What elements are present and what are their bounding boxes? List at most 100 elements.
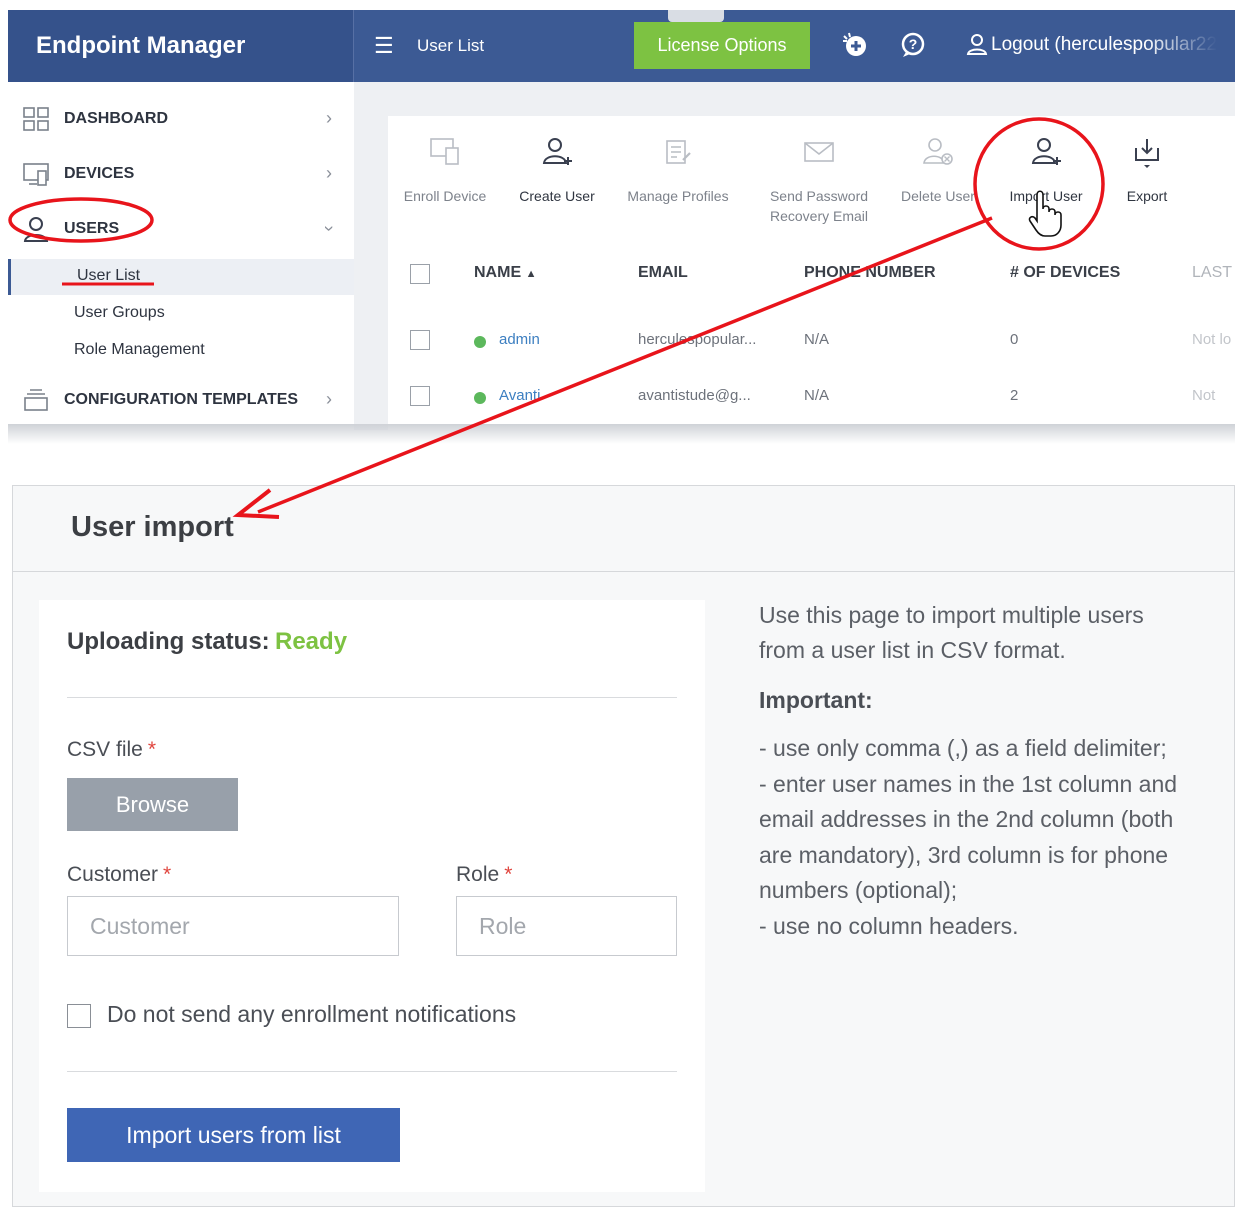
help-icon[interactable]: ? [898,30,928,60]
templates-icon [24,389,48,411]
dashboard-icon [23,107,49,131]
customer-input[interactable] [67,896,399,956]
screenshot-shadow [8,424,1235,444]
user-devices: 2 [1010,387,1019,404]
column-header-last[interactable]: LAST [1192,264,1232,282]
send-password-recovery-button[interactable]: Send Password Recovery Email [754,136,884,226]
sidebar-subitem-label: Role Management [74,341,205,358]
import-users-button[interactable]: Import users from list [67,1108,400,1162]
page-title: User import [71,511,234,543]
user-phone: N/A [804,331,830,348]
license-options-button[interactable]: License Options [634,22,810,69]
select-all-checkbox[interactable] [410,264,430,284]
sidebar-subitem-label: User List [77,267,141,284]
help-line: numbers (optional); [759,877,958,903]
fade-overlay [1145,10,1235,82]
role-label: Role * [456,863,512,887]
svg-text:?: ? [909,36,918,52]
user-name-link[interactable]: Avanti [499,387,540,404]
required-mark: * [163,863,172,886]
status-dot [474,336,486,348]
no-notifications-checkbox[interactable] [67,1004,91,1028]
chevron-down-icon: › [319,225,340,232]
add-device-icon[interactable] [840,30,870,60]
send-password-label-2: Recovery Email [769,208,869,224]
manage-profiles-icon [666,140,691,164]
help-line: - use only comma (,) as a field delimite… [759,735,1167,761]
help-intro-1: Use this page to import multiple users [759,602,1144,628]
role-label-text: Role [456,863,500,886]
page-title: User List [417,36,485,55]
column-header-phone[interactable]: PHONE NUMBER [804,264,936,282]
row-checkbox[interactable] [410,330,430,350]
status-badge: Ready [275,628,348,655]
create-user-button[interactable]: Create User [510,136,604,206]
sidebar-item-users[interactable]: USERS › [8,204,354,254]
import-user-icon [1031,138,1061,165]
required-mark: * [504,863,513,886]
sidebar-item-devices[interactable]: DEVICES › [8,149,354,199]
chevron-right-icon: › [326,163,332,183]
send-password-label-1: Send Password [769,188,869,204]
status-dot [474,392,486,404]
column-header-label: NAME [474,264,522,281]
collapse-tab[interactable] [668,10,724,22]
sidebar-item-label: USERS [64,220,120,237]
chevron-right-icon: › [326,108,332,128]
user-devices: 0 [1010,331,1019,348]
user-list-panel: Enroll Device Create User Manage Profile… [388,116,1235,430]
help-line: - enter user names in the 1st column and [759,771,1178,797]
column-header-devices[interactable]: # OF DEVICES [1010,264,1120,282]
sidebar-item-dashboard[interactable]: DASHBOARD › [8,94,354,144]
sidebar-item-label: CONFIGURATION TEMPLATES [64,391,299,408]
envelope-icon [804,142,834,162]
delete-user-icon [923,138,953,165]
import-user-button[interactable]: Import User [996,136,1096,206]
column-header-email[interactable]: EMAIL [638,264,688,282]
user-last: Not [1192,387,1216,404]
delete-user-button[interactable]: Delete User [892,136,984,206]
help-line: are mandatory), 3rd column is for phone [759,842,1169,868]
export-label: Export [1126,188,1168,204]
uploading-status-label: Uploading status: [67,628,270,655]
sidebar-subitem-role-management[interactable]: Role Management [8,333,354,369]
user-email: avantistude@g... [638,387,751,404]
delete-user-label: Delete User [901,188,975,204]
sidebar-item-label: DASHBOARD [64,110,168,127]
divider [67,697,677,698]
row-checkbox[interactable] [410,386,430,406]
enroll-device-button[interactable]: Enroll Device [398,136,492,206]
csv-file-label: CSV file * [67,738,156,762]
export-button[interactable]: Export [1112,136,1182,206]
user-icon [966,34,988,55]
role-input[interactable] [456,896,677,956]
sidebar: DASHBOARD › DEVICES › USERS › User List … [8,82,354,430]
help-line: email addresses in the 2nd column (both [759,806,1174,832]
browse-button[interactable]: Browse [67,778,238,831]
hamburger-icon[interactable]: ☰ [374,32,394,60]
sidebar-subitem-user-list[interactable]: User List [8,259,354,295]
manage-profiles-button[interactable]: Manage Profiles [616,136,740,206]
sidebar-subitem-user-groups[interactable]: User Groups [8,296,354,332]
sort-asc-icon: ▲ [525,268,537,280]
help-important-heading: Important: [759,687,873,713]
no-notifications-label: Do not send any enrollment notifications [107,1001,517,1027]
sidebar-item-configuration-templates[interactable]: CONFIGURATION TEMPLATES › [8,375,354,425]
chevron-right-icon: › [326,389,332,409]
endpoint-manager-screenshot: Endpoint Manager ☰ User List License Opt… [8,10,1235,430]
top-bar: Endpoint Manager ☰ User List License Opt… [8,10,1235,82]
help-line: - use no column headers. [759,913,1019,939]
manage-profiles-label: Manage Profiles [627,188,729,204]
devices-icon [23,163,49,186]
import-form: Uploading status: Ready CSV file * Browse… [39,600,705,1192]
enroll-device-icon [430,138,459,165]
user-last: Not lo [1192,331,1232,348]
user-email: herculespopular... [638,331,757,348]
required-mark: * [147,738,157,761]
sidebar-subitem-label: User Groups [74,304,165,321]
column-header-name[interactable]: NAME ▲ [474,264,536,282]
brand-title: Endpoint Manager [8,10,354,82]
import-user-label: Import User [1009,188,1083,204]
sidebar-item-label: DEVICES [64,165,135,182]
user-name-link[interactable]: admin [499,331,540,348]
